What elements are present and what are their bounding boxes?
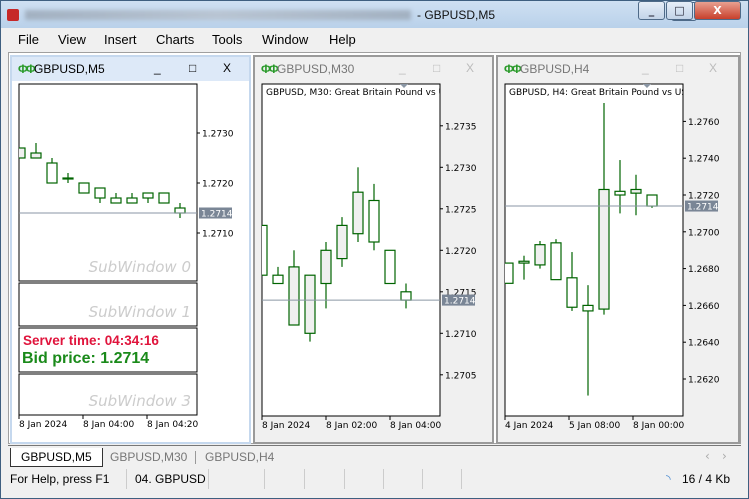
child-close-button[interactable]: X <box>709 61 717 75</box>
menu-window[interactable]: Window <box>262 32 308 47</box>
status-help: For Help, press F1 <box>8 469 127 489</box>
menu-bar: File View Insert Charts Tools Window Hel… <box>8 29 740 51</box>
chart-window-h4[interactable]: ΦΦ GBPUSD,H4 _ □ X <box>496 55 740 444</box>
chart-window-title: GBPUSD,H4 <box>520 62 590 76</box>
tab-scroll-right-icon[interactable]: › <box>722 449 727 463</box>
chart-window-title: GBPUSD,M5 <box>34 62 105 76</box>
chart-window-title: GBPUSD,M30 <box>277 62 355 76</box>
chart-window-m5[interactable]: ΦΦ GBPUSD,M5 _ □ X <box>10 55 251 444</box>
window-title: - GBPUSD,M5 <box>417 8 496 22</box>
chart-tab-bar: GBPUSD,M5 GBPUSD,M30 GBPUSD,H4 ‹ › <box>8 445 741 467</box>
tab-gbpusd-m30[interactable]: GBPUSD,M30 <box>100 448 197 467</box>
chart-window-titlebar[interactable]: ΦΦ GBPUSD,M5 _ □ X <box>12 57 249 81</box>
child-minimize-button[interactable]: _ <box>399 61 406 75</box>
window-close-button[interactable]: X <box>694 1 741 20</box>
child-maximize-button[interactable]: □ <box>189 61 196 75</box>
menu-view[interactable]: View <box>58 32 86 47</box>
tab-gbpusd-m5[interactable]: GBPUSD,M5 <box>10 448 103 467</box>
status-segment <box>305 469 345 489</box>
candlestick-icon: ΦΦ <box>504 62 522 76</box>
tab-gbpusd-h4[interactable]: GBPUSD,H4 <box>195 448 284 467</box>
window-minimize-button[interactable]: _ <box>638 1 665 20</box>
child-maximize-button[interactable]: □ <box>433 61 440 75</box>
status-segment <box>209 469 265 489</box>
menu-tools[interactable]: Tools <box>212 32 242 47</box>
title-bar: - GBPUSD,M5 _ <box>0 0 749 28</box>
status-traffic: 16 / 4 Kb <box>682 472 731 486</box>
blurred-title <box>25 10 411 20</box>
child-minimize-button[interactable]: _ <box>154 61 161 75</box>
child-close-button[interactable]: X <box>466 61 474 75</box>
status-segment <box>384 469 423 489</box>
connection-spinner-icon: ◝ <box>666 472 671 486</box>
status-segment <box>345 469 384 489</box>
child-maximize-button[interactable]: □ <box>676 61 683 75</box>
status-profile: 04. GBPUSD <box>127 469 209 489</box>
menu-insert[interactable]: Insert <box>104 32 137 47</box>
chart-window-titlebar[interactable]: ΦΦ GBPUSD,M30 _ □ X <box>255 57 492 81</box>
candlestick-icon: ΦΦ <box>261 62 279 76</box>
status-bar: For Help, press F1 04. GBPUSD ◝ 16 / 4 K… <box>8 469 741 489</box>
child-close-button[interactable]: X <box>223 61 231 75</box>
app-icon <box>7 9 19 21</box>
window-maximize-button[interactable]: □ <box>666 1 693 20</box>
status-segment <box>265 469 305 489</box>
menu-charts[interactable]: Charts <box>156 32 194 47</box>
chart-window-m30[interactable]: ΦΦ GBPUSD,M30 _ □ X <box>253 55 494 444</box>
candlestick-icon: ΦΦ <box>18 62 36 76</box>
menu-help[interactable]: Help <box>329 32 356 47</box>
tab-scroll-left-icon[interactable]: ‹ <box>705 449 710 463</box>
status-segment <box>423 469 462 489</box>
chart-window-titlebar[interactable]: ΦΦ GBPUSD,H4 _ □ X <box>498 57 738 81</box>
child-minimize-button[interactable]: _ <box>642 61 649 75</box>
menu-file[interactable]: File <box>18 32 39 47</box>
